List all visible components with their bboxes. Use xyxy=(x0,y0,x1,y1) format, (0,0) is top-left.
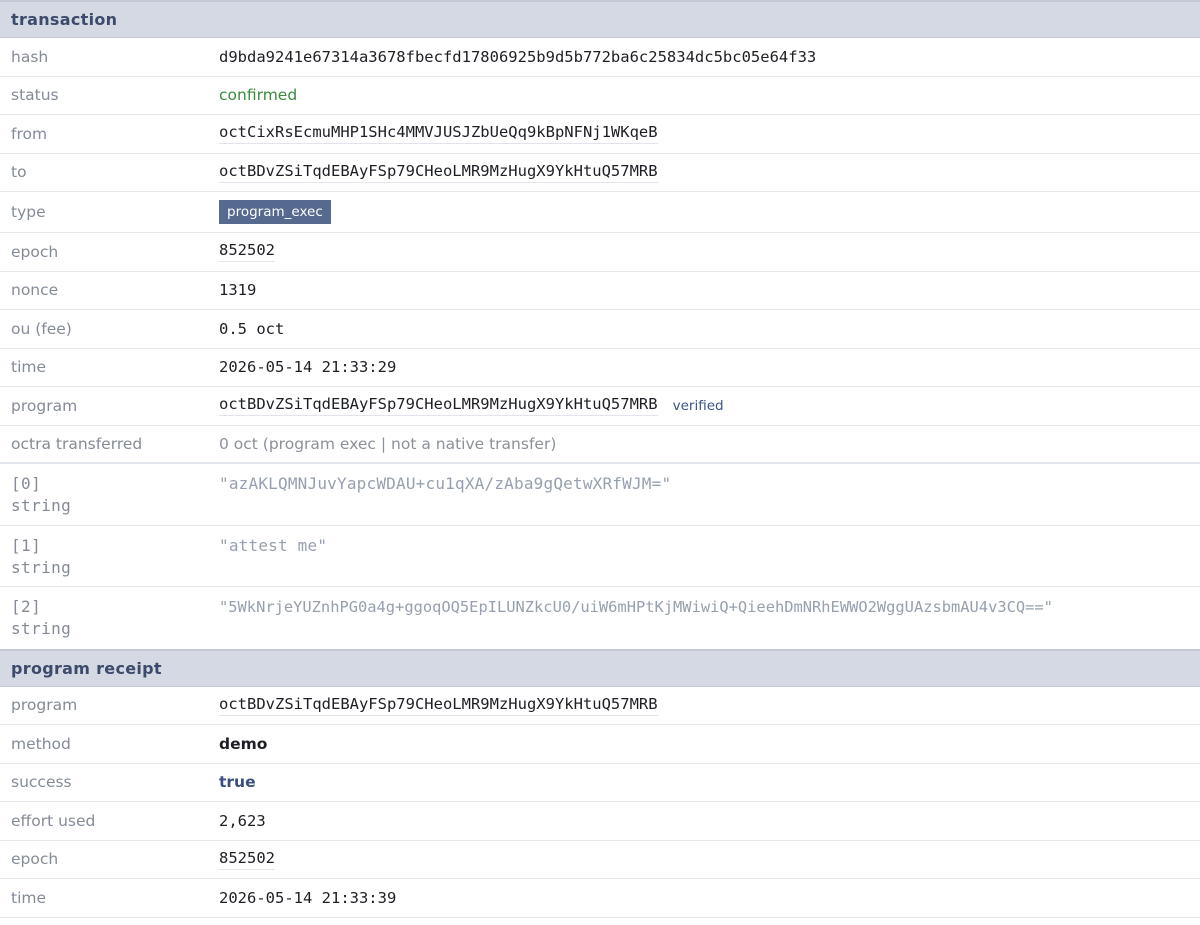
program-row: program octBDvZSiTqdEBAyFSp79CHeoLMR9MzH… xyxy=(0,387,1200,426)
to-address-link[interactable]: octBDvZSiTqdEBAyFSp79CHeoLMR9MzHugX9YkHt… xyxy=(219,162,658,183)
method-row: method demo xyxy=(0,725,1200,764)
arg-label-0: [0] string xyxy=(0,473,219,517)
success-value: true xyxy=(219,773,256,792)
program-address-link[interactable]: octBDvZSiTqdEBAyFSp79CHeoLMR9MzHugX9YkHt… xyxy=(219,395,658,417)
status-label: status xyxy=(11,86,59,105)
receipt-epoch-label: epoch xyxy=(11,850,59,869)
epoch-value: 852502 xyxy=(219,241,275,263)
receipt-epoch-link[interactable]: 852502 xyxy=(219,849,275,870)
nonce-label: nonce xyxy=(11,281,59,300)
fee-label: ou (fee) xyxy=(11,319,72,338)
transaction-header: transaction xyxy=(0,0,1200,38)
success-label: success xyxy=(11,773,72,792)
type-badge: program_exec xyxy=(219,200,331,224)
arg-label-2: [2] string xyxy=(0,596,219,640)
arg-row-2: [2] string "5WkNrjeYUZnhPG0a4g+ggoqOQ5Ep… xyxy=(0,587,1200,649)
effort-value: 2,623 xyxy=(219,811,266,830)
method-value: demo xyxy=(219,734,268,753)
time-label: time xyxy=(11,358,47,377)
transaction-title: transaction xyxy=(11,10,118,29)
transferred-value: 0 oct (program exec | not a native trans… xyxy=(219,434,557,453)
arg-value-1: "attest me" xyxy=(219,535,328,555)
transferred-row: octra transferred 0 oct (program exec | … xyxy=(0,426,1200,464)
effort-label: effort used xyxy=(11,811,96,830)
status-row: status confirmed xyxy=(0,77,1200,115)
method-label: method xyxy=(11,734,71,753)
transaction-section: transaction hash d9bda9241e67314a3678fbe… xyxy=(0,0,1200,649)
to-label: to xyxy=(11,163,27,182)
epoch-link[interactable]: 852502 xyxy=(219,241,275,263)
hash-label: hash xyxy=(11,47,49,66)
arg-type-0: string xyxy=(11,496,72,515)
receipt-program-label: program xyxy=(11,696,78,715)
hash-value: d9bda9241e67314a3678fbecfd17806925b9d5b7… xyxy=(219,47,817,66)
type-row: type program_exec xyxy=(0,192,1200,233)
receipt-program-row: program octBDvZSiTqdEBAyFSp79CHeoLMR9MzH… xyxy=(0,687,1200,725)
arg-index-0: [0] xyxy=(11,474,42,493)
transferred-label: octra transferred xyxy=(11,434,143,453)
receipt-header: program receipt xyxy=(0,648,1200,687)
receipt-program-link[interactable]: octBDvZSiTqdEBAyFSp79CHeoLMR9MzHugX9YkHt… xyxy=(219,695,658,716)
receipt-time-row: time 2026-05-14 21:33:39 xyxy=(0,879,1200,918)
receipt-time-label: time xyxy=(11,888,47,907)
arg-value-2: "5WkNrjeYUZnhPG0a4g+ggoqOQ5EpILUNZkcU0/u… xyxy=(219,598,1053,616)
receipt-program-value: octBDvZSiTqdEBAyFSp79CHeoLMR9MzHugX9YkHt… xyxy=(219,695,658,716)
from-label: from xyxy=(11,124,48,143)
to-row: to octBDvZSiTqdEBAyFSp79CHeoLMR9MzHugX9Y… xyxy=(0,154,1200,192)
arg-row-0: [0] string "azAKLQMNJuvYapcWDAU+cu1qXA/z… xyxy=(0,464,1200,526)
receipt-section: program receipt program octBDvZSiTqdEBAy… xyxy=(0,648,1200,918)
time-row: time 2026-05-14 21:33:29 xyxy=(0,349,1200,387)
arg-type-2: string xyxy=(11,619,72,638)
success-row: success true xyxy=(0,764,1200,802)
verified-badge: verified xyxy=(672,397,724,414)
to-value: octBDvZSiTqdEBAyFSp79CHeoLMR9MzHugX9YkHt… xyxy=(219,162,658,183)
epoch-row: epoch 852502 xyxy=(0,233,1200,272)
program-value: octBDvZSiTqdEBAyFSp79CHeoLMR9MzHugX9YkHt… xyxy=(219,395,724,417)
hash-row: hash d9bda9241e67314a3678fbecfd17806925b… xyxy=(0,38,1200,77)
nonce-value: 1319 xyxy=(219,281,257,300)
status-value: confirmed xyxy=(219,86,297,104)
status-badge: confirmed xyxy=(219,86,298,105)
fee-row: ou (fee) 0.5 oct xyxy=(0,310,1200,349)
from-value: octCixRsEcmuMHP1SHc4MMVJUSJZbUeQq9kBpNFN… xyxy=(219,123,658,145)
from-address-link[interactable]: octCixRsEcmuMHP1SHc4MMVJUSJZbUeQq9kBpNFN… xyxy=(219,123,658,145)
arg-index-1: [1] xyxy=(11,535,42,555)
nonce-row: nonce 1319 xyxy=(0,272,1200,310)
arg-value-0: "azAKLQMNJuvYapcWDAU+cu1qXA/zAba9gQetwXR… xyxy=(219,474,672,493)
fee-value: 0.5 oct xyxy=(219,319,285,338)
epoch-label: epoch xyxy=(11,242,59,261)
arg-label-1: [1] string xyxy=(0,535,219,579)
from-row: from octCixRsEcmuMHP1SHc4MMVJUSJZbUeQq9k… xyxy=(0,115,1200,154)
type-label: type xyxy=(11,203,46,221)
arg-row-1: [1] string "attest me" xyxy=(0,526,1200,587)
time-value: 2026-05-14 21:33:29 xyxy=(219,358,397,377)
effort-row: effort used 2,623 xyxy=(0,802,1200,841)
receipt-title: program receipt xyxy=(11,658,162,678)
program-label: program xyxy=(11,396,78,415)
type-value: program_exec xyxy=(219,200,331,224)
arg-index-2: [2] xyxy=(11,597,42,616)
receipt-epoch-value: 852502 xyxy=(219,849,275,870)
arg-type-1: string xyxy=(11,557,72,577)
receipt-time-value: 2026-05-14 21:33:39 xyxy=(219,888,397,907)
receipt-epoch-row: epoch 852502 xyxy=(0,841,1200,879)
